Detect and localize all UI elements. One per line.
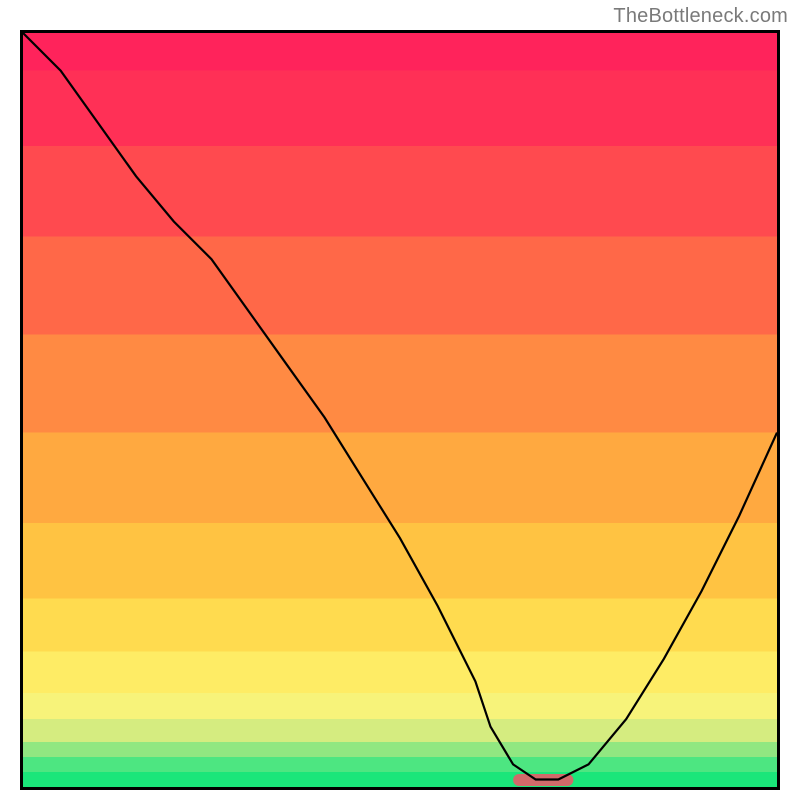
chart-container [20, 30, 780, 790]
watermark-text: TheBottleneck.com [613, 5, 788, 28]
chart-svg [23, 33, 777, 787]
chart-background [23, 33, 777, 787]
